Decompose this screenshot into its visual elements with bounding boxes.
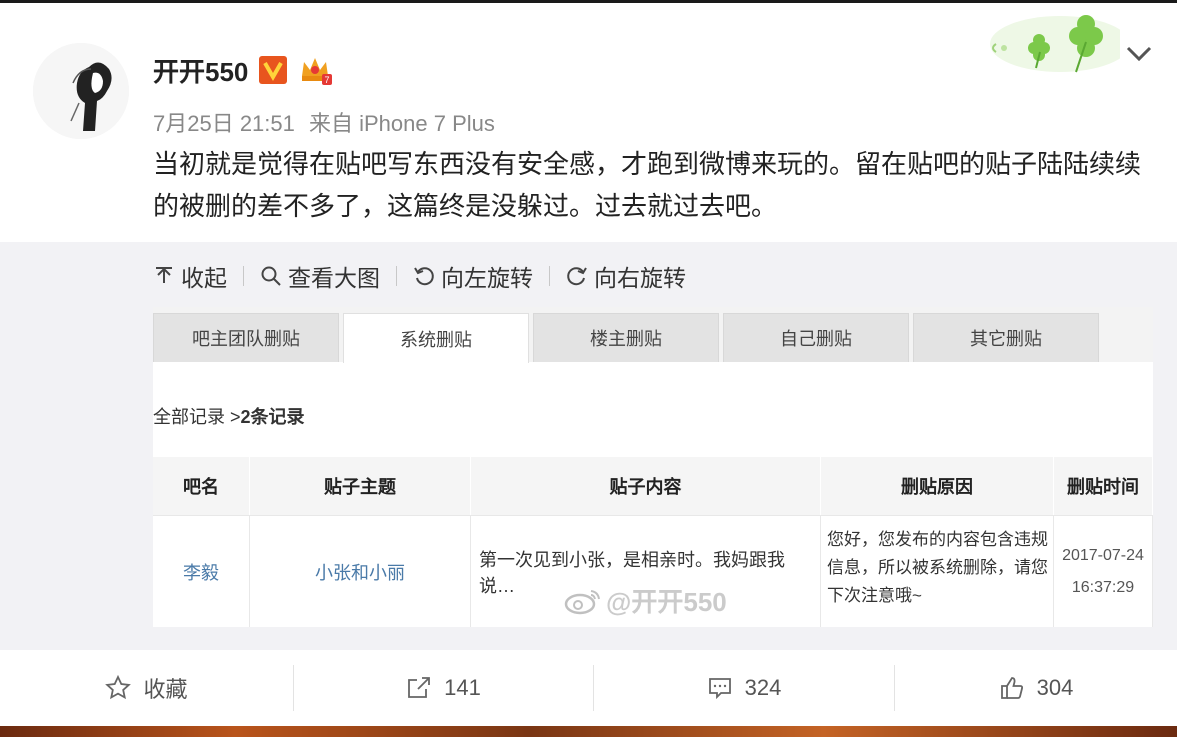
column-header-content: 贴子内容	[471, 457, 821, 515]
vip-badge-icon[interactable]	[258, 55, 288, 85]
share-icon	[408, 677, 431, 698]
share-count: 141	[444, 675, 481, 700]
rotate-right-icon	[567, 267, 587, 286]
deletion-time: 16:37:29	[1071, 578, 1135, 596]
view-large-button[interactable]: 查看大图	[260, 259, 380, 293]
rotate-left-icon	[414, 267, 434, 286]
favorite-label: 收藏	[143, 677, 188, 702]
crown-icon[interactable]: 7	[298, 54, 333, 86]
column-header-topic: 贴子主题	[250, 457, 471, 515]
comment-button[interactable]: 324	[594, 650, 894, 726]
weibo-icon	[564, 589, 600, 614]
author-row: 开开550 7	[153, 52, 333, 89]
clover-decoration-icon	[990, 15, 1120, 73]
tab-other-deletion: 其它删贴	[913, 313, 1099, 362]
post-meta: 7月25日 21:51 来自 iPhone 7 Plus	[153, 106, 495, 138]
toolbar-divider	[243, 266, 244, 286]
rotate-right-button[interactable]: 向右旋转	[566, 259, 686, 293]
comment-count: 324	[744, 675, 782, 700]
records-summary: 全部记录 >2条记录	[153, 403, 305, 429]
toolbar-divider	[549, 266, 550, 286]
table-row-reason: 您好，您发布的内容包含违规信息，所以被系统删除，请您下次注意哦~	[821, 515, 1054, 627]
top-border	[0, 0, 1177, 3]
tab-self-deletion: 自己删贴	[723, 313, 909, 362]
table-row-forum: 李毅	[153, 515, 250, 627]
table-row-topic: 小张和小丽	[250, 515, 471, 627]
author-name[interactable]: 开开550	[153, 52, 248, 89]
topic-link: 小张和小丽	[315, 562, 405, 583]
post-text: 当初就是觉得在贴吧写东西没有安全感，才跑到微博来玩的。留在贴吧的贴子陆陆续续的被…	[153, 149, 1142, 221]
star-icon	[105, 675, 132, 700]
column-header-forum: 吧名	[153, 457, 250, 515]
svg-text:7: 7	[325, 75, 330, 85]
thumbs-up-icon	[1000, 677, 1023, 699]
table-row-time: 2017-07-24 16:37:29	[1054, 515, 1153, 627]
tab-system-deletion: 系统删贴	[343, 313, 529, 363]
records-prefix: 全部记录 >	[153, 407, 241, 427]
records-count: 2条记录	[240, 407, 305, 427]
like-button[interactable]: 304	[895, 650, 1177, 726]
post-image[interactable]: 吧主团队删贴 系统删贴 楼主删贴 自己删贴 其它删贴 全部记录 >2条记录 吧名…	[153, 307, 1153, 627]
collapse-button[interactable]: 收起	[153, 259, 227, 293]
weibo-watermark: @开开550	[564, 582, 727, 619]
upload-icon	[156, 267, 172, 283]
next-post-preview	[0, 726, 1177, 737]
view-large-label: 查看大图	[288, 265, 380, 291]
post-actions: 收藏 141 324 304	[0, 650, 1177, 726]
watermark-text: @开开550	[606, 587, 727, 617]
rotate-left-button[interactable]: 向左旋转	[413, 259, 533, 293]
post-source: 来自 iPhone 7 Plus	[309, 111, 495, 136]
favorite-button[interactable]: 收藏	[0, 650, 293, 726]
column-header-time: 删贴时间	[1054, 457, 1153, 515]
avatar[interactable]	[33, 43, 129, 139]
tab-moderator-deletion: 吧主团队删贴	[153, 313, 339, 362]
forum-link: 李毅	[183, 562, 219, 583]
like-count: 304	[1036, 675, 1074, 700]
tab-op-deletion: 楼主删贴	[533, 313, 719, 362]
chevron-down-icon[interactable]	[1124, 40, 1154, 66]
toolbar-divider	[396, 266, 397, 286]
search-icon	[261, 266, 281, 286]
rotate-right-label: 向右旋转	[594, 265, 686, 291]
deletion-date: 2017-07-24	[1062, 546, 1144, 564]
image-toolbar: 收起 查看大图 向左旋转 向右旋转	[153, 260, 686, 292]
comment-icon	[708, 678, 731, 700]
share-button[interactable]: 141	[294, 650, 593, 726]
post-date[interactable]: 7月25日 21:51	[153, 111, 295, 136]
rotate-left-label: 向左旋转	[441, 265, 533, 291]
column-header-reason: 删贴原因	[821, 457, 1054, 515]
deletion-tabs: 吧主团队删贴 系统删贴 楼主删贴 自己删贴 其它删贴	[153, 307, 1153, 363]
collapse-label: 收起	[181, 265, 227, 291]
